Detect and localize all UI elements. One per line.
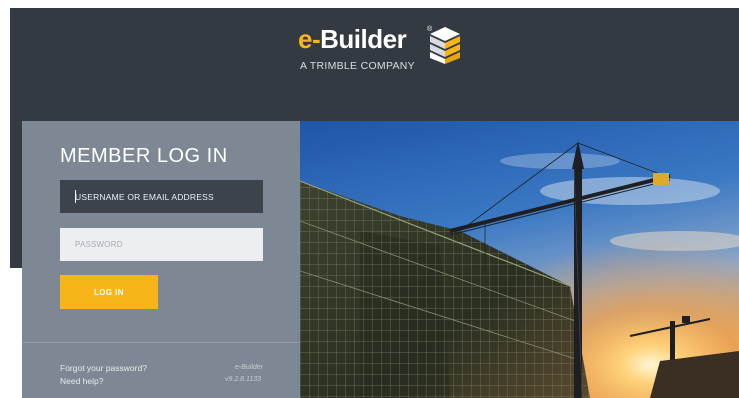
logo-wordmark: e-Builder (298, 22, 407, 56)
stacked-cube-icon (430, 27, 460, 64)
login-page: e-Builder ® A TRIMBLE COMPANY MEMBER LOG… (0, 0, 739, 398)
version-number: v9.2.8.1133 (225, 376, 262, 383)
panel-divider (22, 342, 300, 343)
product-name: e-Builder (235, 364, 264, 371)
brand-logo: e-Builder ® A TRIMBLE COMPANY (298, 18, 478, 80)
logo-wordmark-name: Builder (320, 24, 407, 54)
login-button[interactable]: LOG IN (60, 275, 158, 309)
logo-tagline: A TRIMBLE COMPANY (300, 60, 415, 72)
construction-site-photo (300, 121, 739, 398)
login-panel: MEMBER LOG IN LOG IN Forgot your passwor… (22, 121, 300, 398)
logo-wordmark-prefix: e- (298, 24, 321, 54)
password-input[interactable] (60, 228, 263, 261)
username-input[interactable] (60, 180, 263, 213)
need-help-link[interactable]: Need help? (60, 376, 103, 386)
login-title: MEMBER LOG IN (60, 145, 228, 167)
forgot-password-link[interactable]: Forgot your password? (60, 363, 147, 373)
text-cursor (75, 190, 76, 203)
hero-image (300, 121, 739, 398)
